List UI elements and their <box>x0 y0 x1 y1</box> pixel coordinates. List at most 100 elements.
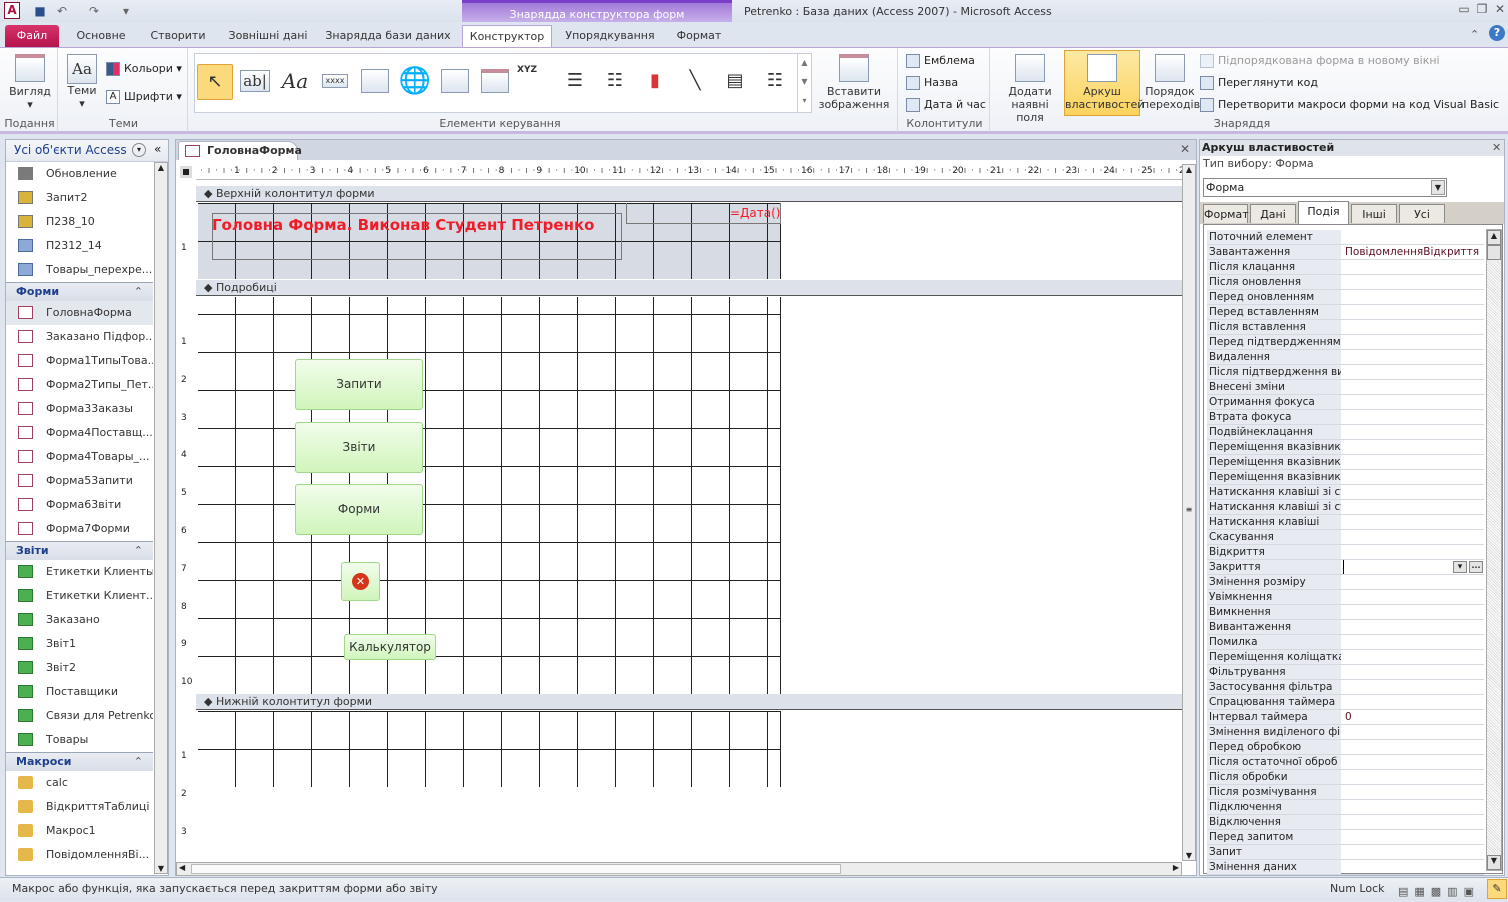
section-bar-detail[interactable]: ◆ Подробиці <box>196 280 1184 296</box>
property-value[interactable] <box>1343 395 1484 409</box>
property-row[interactable]: Переміщення вказівник <box>1207 455 1484 470</box>
property-value[interactable]: ПовідомленняВідкриття <box>1343 245 1484 259</box>
horizontal-scrollbar[interactable]: ◀ ▶ <box>176 862 1182 876</box>
nav-item[interactable]: Форма53апити <box>6 469 153 493</box>
horizontal-scroll-thumb[interactable] <box>191 864 841 874</box>
save-icon[interactable]: ■ <box>32 3 48 19</box>
close-form-button[interactable]: ✕ <box>341 562 380 601</box>
property-tab-3[interactable]: Інші <box>1351 204 1397 223</box>
property-row[interactable]: Після остаточної оброб <box>1207 755 1484 770</box>
nav-item[interactable]: Звіт1 <box>6 632 153 656</box>
property-row[interactable]: Змінення даних <box>1207 860 1484 875</box>
page-break-icon[interactable]: ☰ <box>557 64 593 100</box>
property-row[interactable]: Натискання клавіші зі ст <box>1207 500 1484 515</box>
view-button[interactable]: Вигляд ▾ <box>6 54 54 111</box>
property-value[interactable] <box>1343 830 1484 844</box>
property-value[interactable] <box>1343 485 1484 499</box>
nav-item[interactable]: Заказано <box>6 608 153 632</box>
object-selector-dropdown[interactable]: Форма ▼ <box>1203 178 1447 197</box>
property-row[interactable]: Змінення виділеного фі <box>1207 725 1484 740</box>
property-row[interactable]: Фільтрування <box>1207 665 1484 680</box>
property-row[interactable]: Після клацання <box>1207 260 1484 275</box>
nav-item[interactable]: Форма4Товары_... <box>6 445 153 469</box>
detail-section[interactable]: Запити Звіти Форми ✕ Калькулятор <box>198 297 781 694</box>
textbox-control-icon[interactable]: ab| <box>237 64 273 100</box>
property-value[interactable] <box>1343 530 1484 544</box>
design-view-icon[interactable]: ✎ <box>1487 879 1507 899</box>
scroll-down-icon[interactable]: ▼ <box>155 864 167 873</box>
property-row[interactable]: Втрата фокуса <box>1207 410 1484 425</box>
line-icon[interactable]: ╲ <box>677 64 713 100</box>
queries-button[interactable]: Запити <box>295 359 423 410</box>
web-browser-control-icon[interactable] <box>437 64 473 100</box>
nav-item[interactable]: Звіт2 <box>6 656 153 680</box>
property-row[interactable]: Внесені зміни <box>1207 380 1484 395</box>
property-value[interactable] <box>1343 350 1484 364</box>
property-value[interactable] <box>1343 470 1484 484</box>
vertical-ruler[interactable]: 1123456789101234 <box>179 184 195 874</box>
property-value[interactable] <box>1343 725 1484 739</box>
form-title-label[interactable]: Головна Форма. Виконав Студент Петренко <box>212 216 594 234</box>
property-row[interactable]: Після підтвердження ви <box>1207 365 1484 380</box>
property-value[interactable] <box>1343 575 1484 589</box>
property-value[interactable] <box>1343 515 1484 529</box>
nav-item[interactable]: Макрос1 <box>6 819 153 843</box>
navigation-control-icon[interactable] <box>477 64 513 100</box>
insert-image-button[interactable]: Вставити зображення <box>814 54 894 111</box>
view-code-button[interactable]: Переглянути код <box>1200 76 1318 90</box>
nav-item[interactable]: Форма63віти <box>6 493 153 517</box>
property-value[interactable] <box>1343 590 1484 604</box>
tab-home[interactable]: Основне <box>66 25 136 48</box>
tab-control-icon[interactable] <box>357 64 393 100</box>
form-selector[interactable] <box>180 166 192 178</box>
property-value[interactable] <box>1343 815 1484 829</box>
nav-menu-chevron-icon[interactable]: ▾ <box>132 143 146 157</box>
form-header-section[interactable]: Головна Форма. Виконав Студент Петренко … <box>198 203 781 279</box>
access-logo-icon[interactable]: A <box>4 2 20 19</box>
collapse-nav-icon[interactable]: « <box>154 142 161 156</box>
nav-item[interactable]: ГоловнаФорма <box>6 301 153 325</box>
property-value[interactable] <box>1343 740 1484 754</box>
button-control-icon[interactable]: xxxx <box>317 64 353 100</box>
nav-item[interactable]: Обновление <box>6 162 153 186</box>
undo-icon[interactable]: ↶ <box>54 3 70 19</box>
fonts-button[interactable]: A Шрифти ▾ <box>106 90 182 104</box>
property-row[interactable]: Запит <box>1207 845 1484 860</box>
select-pointer-icon[interactable]: ↖ <box>197 64 233 100</box>
property-row[interactable]: Перед підтвердженням <box>1207 335 1484 350</box>
property-row[interactable]: Після оновлення <box>1207 275 1484 290</box>
property-value[interactable] <box>1343 260 1484 274</box>
property-value[interactable] <box>1343 425 1484 439</box>
nav-item[interactable]: Форма7Форми <box>6 517 153 541</box>
vertical-scrollbar[interactable]: ▲ ≡ ▼ <box>1182 164 1196 861</box>
tab-database-tools[interactable]: Знарядда бази даних <box>322 25 454 48</box>
nav-item[interactable]: Форма1ТипыТова... <box>6 349 153 373</box>
property-row[interactable]: Закриття ▾... <box>1207 560 1484 575</box>
property-row[interactable]: Після вставлення <box>1207 320 1484 335</box>
property-value[interactable] <box>1343 770 1484 784</box>
property-value[interactable] <box>1343 650 1484 664</box>
property-value[interactable] <box>1343 410 1484 424</box>
property-row[interactable]: Перед запитом <box>1207 830 1484 845</box>
property-value[interactable] <box>1343 860 1484 874</box>
colors-button[interactable]: Кольори ▾ <box>106 62 182 76</box>
property-value[interactable] <box>1343 665 1484 679</box>
tab-external-data[interactable]: Зовнішні дані <box>222 25 314 48</box>
property-row[interactable]: Відключення <box>1207 815 1484 830</box>
property-value[interactable] <box>1343 290 1484 304</box>
collapse-section-icon[interactable]: ⌃ <box>134 542 143 560</box>
dropdown-arrow-icon[interactable]: ▼ <box>1431 180 1445 195</box>
horizontal-ruler[interactable]: 1 · ı · ı · 2 · ı · ı · 3 · ı · ı · 4 · ı · ı ·… <box>196 165 1185 180</box>
nav-item[interactable]: Форма33аказы <box>6 397 153 421</box>
close-property-sheet-icon[interactable]: ✕ <box>1492 141 1501 154</box>
close-document-icon[interactable]: ✕ <box>1180 142 1190 156</box>
property-value[interactable]: 0 <box>1343 710 1484 724</box>
property-scroll-down-icon[interactable]: ▼ <box>1487 855 1501 870</box>
subform-new-window-button[interactable]: Підпорядкована форма в новому вікні <box>1200 54 1440 68</box>
property-row[interactable]: Вимкнення <box>1207 605 1484 620</box>
themes-button[interactable]: Aa Теми ▾ <box>64 54 100 110</box>
nav-item[interactable]: Заказано Підфор... <box>6 325 153 349</box>
property-dropdown-icon[interactable]: ▾ <box>1453 561 1467 573</box>
nav-section-1[interactable]: Звіти ⌃ <box>6 541 153 560</box>
nav-item[interactable]: Форма2Типы_Пет... <box>6 373 153 397</box>
